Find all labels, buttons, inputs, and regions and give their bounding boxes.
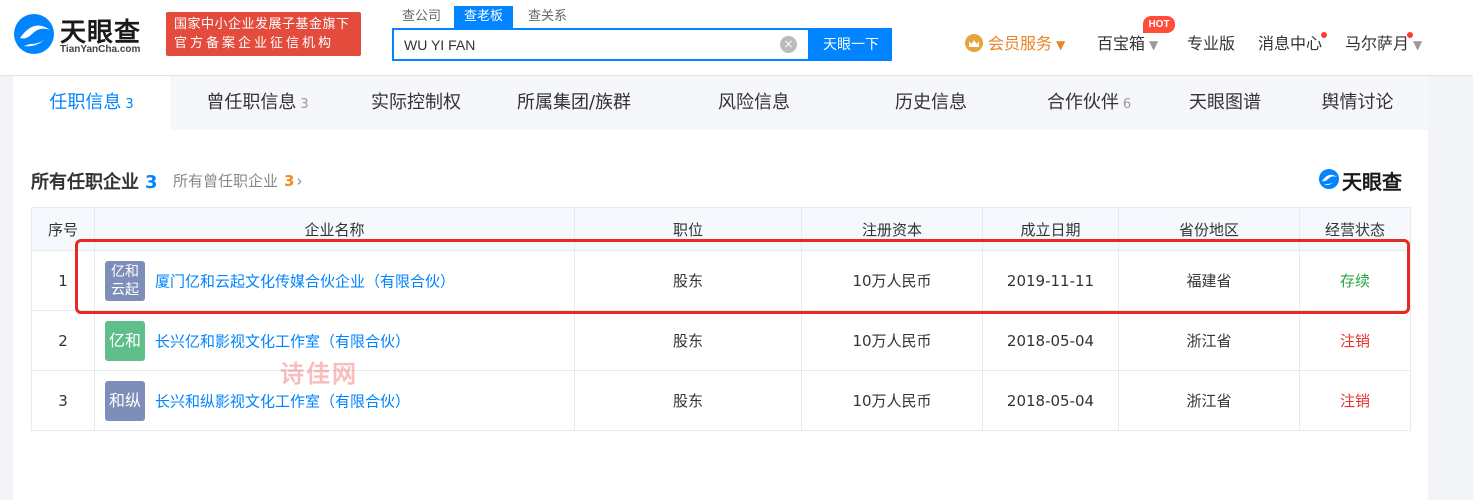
vip-label: 会员服务 xyxy=(988,34,1053,53)
tab-count: 6 xyxy=(1122,97,1132,112)
pro-version-link[interactable]: 专业版 xyxy=(1187,32,1235,56)
highlight-box xyxy=(75,239,1410,314)
company-link[interactable]: 长兴亿和影视文化工作室（有限合伙） xyxy=(155,332,410,350)
tab-label: 所属集团/族群 xyxy=(516,92,632,113)
eye-logo-icon xyxy=(14,14,54,54)
clear-icon[interactable]: × xyxy=(780,36,797,53)
search-tab-relation[interactable]: 查关系 xyxy=(518,6,577,28)
tab-count: 3 xyxy=(125,97,134,112)
tab-label: 实际控制权 xyxy=(371,92,461,113)
position-cell: 股东 xyxy=(574,310,802,371)
tab-current-positions[interactable]: 任职信息 3 xyxy=(13,76,170,130)
row-index: 2 xyxy=(31,310,95,371)
former-link-count: 3 xyxy=(284,172,295,190)
tab-history[interactable]: 历史信息 xyxy=(847,76,1015,130)
vip-service-menu[interactable]: 会员服务 ▼ xyxy=(965,32,1065,56)
tab-discussion[interactable]: 舆情讨论 xyxy=(1287,76,1428,130)
tab-label: 曾任职信息 xyxy=(206,92,297,113)
section-count: 3 xyxy=(145,172,158,193)
former-link-text: 所有曾任职企业 xyxy=(173,172,279,190)
message-dot xyxy=(1321,32,1327,38)
info-tabs: 任职信息 3 曾任职信息 3 实际控制权 所属集团/族群 风险信息 历史信息 合作伙… xyxy=(13,76,1428,130)
company-logo[interactable]: 和纵 xyxy=(105,380,145,421)
former-positions-link[interactable]: 所有曾任职企业 3 › xyxy=(173,170,302,191)
chevron-right-icon: › xyxy=(296,172,303,190)
top-header: 天眼查 TianYanCha.com 国家中小企业发展子基金旗下 官方备案企业征… xyxy=(0,0,1473,76)
section-title-text: 所有任职企业 xyxy=(31,172,139,193)
brand-text: 天眼查 xyxy=(1342,170,1402,194)
region-cell: 浙江省 xyxy=(1118,310,1300,371)
tab-actual-control[interactable]: 实际控制权 xyxy=(345,76,487,130)
org-badge-line1: 国家中小企业发展子基金旗下 xyxy=(174,17,350,32)
tab-label: 任职信息 xyxy=(49,92,122,113)
tab-label: 天眼图谱 xyxy=(1189,92,1261,113)
date-cell: 2018-05-04 xyxy=(982,310,1119,371)
chevron-down-icon: ▼ xyxy=(1149,38,1159,52)
message-center-link[interactable]: 消息中心 xyxy=(1258,32,1322,56)
tab-risk[interactable]: 风险信息 xyxy=(661,76,847,130)
region-cell: 浙江省 xyxy=(1118,370,1300,431)
tab-label: 舆情讨论 xyxy=(1321,92,1394,113)
tab-label: 历史信息 xyxy=(895,92,967,113)
company-logo[interactable]: 亿和 xyxy=(105,320,145,361)
user-name: 马尔萨月 xyxy=(1345,34,1410,53)
search-button[interactable]: 天眼一下 xyxy=(810,28,892,61)
tab-partners[interactable]: 合作伙伴 6 xyxy=(1015,76,1163,130)
status-badge: 注销 xyxy=(1299,310,1411,371)
tab-count: 3 xyxy=(300,97,309,112)
chevron-down-icon: ▼ xyxy=(1413,38,1423,52)
search-tab-company[interactable]: 查公司 xyxy=(392,6,451,28)
user-dot xyxy=(1407,32,1413,38)
table-row: 2 亿和 长兴亿和影视文化工作室（有限合伙） 股东 10万人民币 2018-05-… xyxy=(31,310,1411,371)
status-badge: 注销 xyxy=(1299,370,1411,431)
tab-former-positions[interactable]: 曾任职信息 3 xyxy=(170,76,345,130)
crown-icon xyxy=(965,34,983,52)
site-watermark: 诗佳网 xyxy=(280,360,358,388)
company-link[interactable]: 长兴和纵影视文化工作室（有限合伙） xyxy=(155,392,410,410)
search-tab-boss[interactable]: 查老板 xyxy=(454,6,514,28)
position-cell: 股东 xyxy=(574,370,802,431)
treasure-box-menu[interactable]: 百宝箱 ▼ xyxy=(1097,32,1158,56)
org-badge: 国家中小企业发展子基金旗下 官方备案企业征信机构 xyxy=(166,12,361,56)
tianyancha-logo[interactable]: 天眼查 TianYanCha.com xyxy=(12,10,157,58)
row-index: 3 xyxy=(31,370,95,431)
search-box: × xyxy=(392,28,810,61)
logo-subtitle: TianYanCha.com xyxy=(60,44,141,55)
tab-graph[interactable]: 天眼图谱 xyxy=(1163,76,1287,130)
treasure-label: 百宝箱 xyxy=(1097,34,1146,53)
eye-logo-icon xyxy=(1319,169,1339,189)
hot-badge: HOT xyxy=(1143,16,1175,33)
capital-cell: 10万人民币 xyxy=(801,370,983,431)
section-title: 所有任职企业 3 xyxy=(31,168,158,194)
brand-watermark: 天眼查 xyxy=(1318,166,1410,194)
tab-label: 合作伙伴 xyxy=(1046,92,1119,113)
tab-group[interactable]: 所属集团/族群 xyxy=(487,76,661,130)
table-row: 3 和纵 长兴和纵影视文化工作室（有限合伙） 股东 10万人民币 2018-05-… xyxy=(31,370,1411,431)
tab-label: 风险信息 xyxy=(718,92,790,113)
capital-cell: 10万人民币 xyxy=(801,310,983,371)
date-cell: 2018-05-04 xyxy=(982,370,1119,431)
chevron-down-icon: ▼ xyxy=(1056,38,1066,52)
search-input[interactable] xyxy=(394,30,764,59)
org-badge-line2: 官方备案企业征信机构 xyxy=(174,36,335,51)
